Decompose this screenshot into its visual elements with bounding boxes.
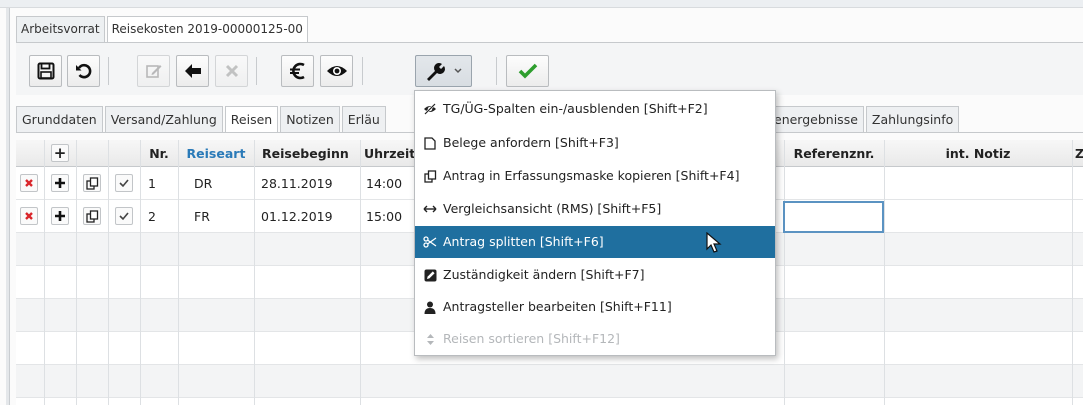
add-row-icon[interactable] <box>51 174 69 192</box>
sort-icon <box>423 332 437 346</box>
wrench-dropdown-icon <box>426 63 445 81</box>
cell-nr: 2 <box>148 209 156 224</box>
header-reisebeginn[interactable]: Reisebeginn <box>254 140 360 167</box>
tools-dropdown-button[interactable] <box>415 55 472 87</box>
cell-reiseart: DR <box>194 176 213 191</box>
document-tabs: Arbeitsvorrat Reisekosten 2019-00000125-… <box>16 16 310 42</box>
window-top-bar <box>0 0 1083 8</box>
back-arrow-icon <box>184 64 201 78</box>
document-icon <box>423 136 437 150</box>
left-frame <box>6 8 10 405</box>
tab-reisekosten[interactable]: Reisekosten 2019-00000125-00 <box>106 16 308 42</box>
undo-icon <box>75 63 91 79</box>
view-button[interactable] <box>320 55 353 87</box>
tab-notizen[interactable]: Notizen <box>280 106 340 132</box>
toolbar-separator <box>362 57 363 85</box>
grid-column-line <box>76 140 77 405</box>
copy-row-icon[interactable] <box>83 174 101 192</box>
tools-dropdown-menu: TG/ÜG-Spalten ein-/ausblenden [Shift+F2]… <box>414 90 776 356</box>
eye-icon <box>326 66 347 76</box>
save-button[interactable] <box>29 55 62 87</box>
undo-button[interactable] <box>67 55 100 87</box>
grid-column-line <box>44 140 45 405</box>
menu-item-copy-request[interactable]: Antrag in Erfassungsmaske kopieren [Shif… <box>415 160 775 192</box>
copy-icon <box>423 169 437 183</box>
referenznr-input[interactable] <box>783 201 884 233</box>
menu-item-comparison-view[interactable]: Vergleichsansicht (RMS) [Shift+F5] <box>415 193 775 225</box>
edit-square-icon <box>423 268 437 282</box>
tab-zahlungsinfo[interactable]: Zahlungsinfo <box>865 106 960 132</box>
cancel-icon <box>225 64 238 78</box>
detail-tabs: Grunddaten Versand/Zahlung Reisen Notize… <box>16 106 388 132</box>
user-icon <box>423 300 437 314</box>
grid-column-line <box>254 140 255 405</box>
menu-item-edit-applicant[interactable]: Antragsteller bearbeiten [Shift+F11] <box>415 291 775 323</box>
euro-icon <box>289 62 305 80</box>
header-referenznr[interactable]: Referenznr. <box>784 140 884 167</box>
cell-reisebeginn: 01.12.2019 <box>261 209 333 224</box>
toolbar-separator <box>108 57 109 85</box>
edit-button[interactable] <box>137 55 170 87</box>
grid-column-line <box>140 140 141 405</box>
cancel-button[interactable] <box>215 55 248 87</box>
edit-icon <box>145 65 161 78</box>
mouse-cursor-icon <box>706 232 722 253</box>
back-button[interactable] <box>176 55 209 87</box>
detail-tabs-right: energebnisse Zahlungsinfo <box>766 106 961 132</box>
tab-pruefergebnisse[interactable]: energebnisse <box>766 106 864 132</box>
menu-item-sort-trips[interactable]: Reisen sortieren [Shift+F12] <box>415 323 775 355</box>
header-int-notiz[interactable]: int. Notiz <box>884 140 1072 167</box>
save-icon <box>37 62 54 80</box>
header-reiseart[interactable]: Reiseart <box>178 140 254 167</box>
grid-column-line <box>1072 140 1073 405</box>
copy-row-icon[interactable] <box>83 207 101 225</box>
grid-column-line <box>784 140 785 405</box>
grid-column-line <box>108 140 109 405</box>
scissors-icon <box>423 235 437 249</box>
menu-item-change-responsibility[interactable]: Zuständigkeit ändern [Shift+F7] <box>415 259 775 291</box>
header-nr[interactable]: Nr. <box>140 140 178 167</box>
add-icon[interactable]: + <box>51 144 69 162</box>
add-row-icon[interactable] <box>51 207 69 225</box>
table-row-empty <box>16 365 1083 398</box>
grid-column-line <box>884 140 885 405</box>
tab-versand-zahlung[interactable]: Versand/Zahlung <box>104 106 223 132</box>
cell-nr: 1 <box>148 176 156 191</box>
header-uhrzeit[interactable]: Uhrzeit <box>360 140 414 167</box>
tab-reisen[interactable]: Reisen <box>224 106 279 132</box>
menu-item-request-receipts[interactable]: Belege anfordern [Shift+F3] <box>415 127 775 159</box>
delete-row-icon[interactable] <box>20 174 38 192</box>
arrows-horizontal-icon <box>423 202 437 216</box>
tab-arbeitsvorrat[interactable]: Arbeitsvorrat <box>16 16 105 42</box>
header-add[interactable]: + <box>44 140 76 167</box>
delete-row-icon[interactable] <box>20 207 38 225</box>
header-next[interactable]: Z <box>1072 140 1083 167</box>
checkbox[interactable] <box>115 207 133 225</box>
grid-column-line <box>360 140 361 405</box>
toolbar <box>16 43 1083 95</box>
tab-erlaeuterungen[interactable]: Erläu <box>341 106 386 132</box>
toolbar-separator <box>496 57 497 85</box>
toolbar-separator <box>256 57 257 85</box>
cell-reiseart: FR <box>194 209 210 224</box>
euro-button[interactable] <box>281 55 314 87</box>
checkbox[interactable] <box>115 174 133 192</box>
chevron-down-icon <box>453 68 462 74</box>
confirm-check-icon <box>518 63 537 79</box>
tab-grunddaten[interactable]: Grunddaten <box>16 106 103 132</box>
cell-reisebeginn: 28.11.2019 <box>261 176 333 191</box>
cell-uhrzeit: 14:00 <box>366 176 403 191</box>
cell-uhrzeit: 15:00 <box>366 209 403 224</box>
grid-column-line <box>178 140 179 405</box>
eye-slash-icon <box>423 102 437 116</box>
confirm-button[interactable] <box>506 55 549 87</box>
menu-item-toggle-columns[interactable]: TG/ÜG-Spalten ein-/ausblenden [Shift+F2] <box>415 93 775 125</box>
